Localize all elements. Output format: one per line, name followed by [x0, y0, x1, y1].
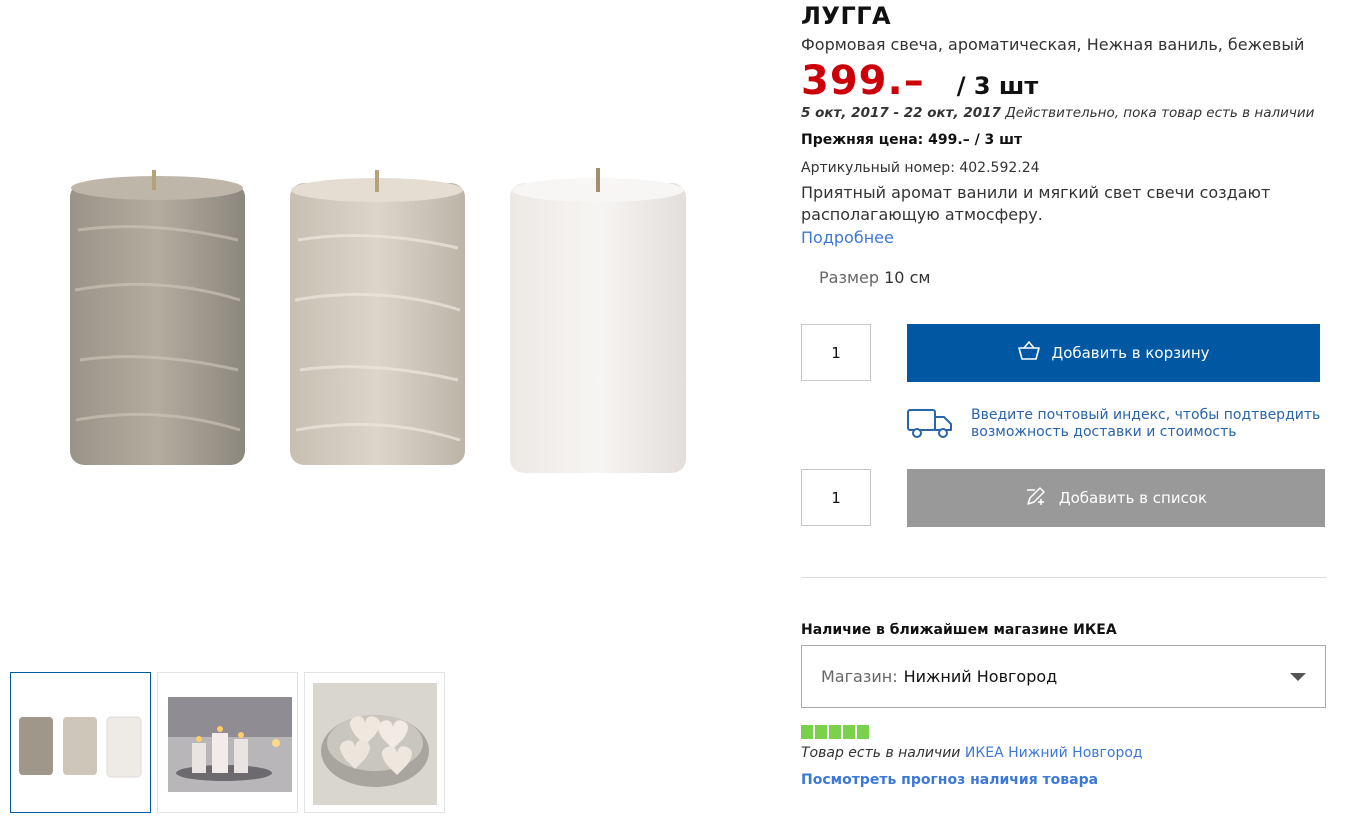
thumbnail-three-candles[interactable] [10, 672, 151, 813]
stock-forecast-link[interactable]: Посмотреть прогноз наличия товара [801, 772, 1098, 788]
product-description: Приятный аромат ванили и мягкий свет све… [801, 183, 1271, 224]
price-validity: 5 окт, 2017 - 22 окт, 2017 Действительно… [801, 105, 1314, 121]
product-main-image[interactable] [0, 0, 780, 640]
edit-list-icon [1025, 485, 1047, 511]
add-to-list-button[interactable]: Добавить в список [907, 469, 1325, 527]
old-price: Прежняя цена: 499.– / 3 шт [801, 132, 1023, 148]
candle-beige-image [290, 170, 465, 465]
stock-status: Товар есть в наличии ИКЕА Нижний Новгоро… [801, 745, 1143, 761]
stock-level-indicator [801, 725, 869, 739]
stock-level-segment [843, 725, 855, 739]
product-price: 399.– [801, 58, 925, 104]
shopping-basket-icon [1017, 341, 1041, 365]
thumbnail-lit-candles[interactable] [157, 672, 298, 813]
delivery-text: Введите почтовый индекс, чтобы подтверди… [971, 407, 1321, 440]
store-select-value: Нижний Новгород [903, 667, 1058, 686]
stock-status-text: Товар есть в наличии [801, 745, 961, 761]
thumbnail-heart-candles[interactable] [304, 672, 445, 813]
chevron-down-icon [1290, 673, 1306, 681]
stock-level-segment [801, 725, 813, 739]
size-row: Размер 10 см [819, 268, 930, 287]
product-title: ЛУГГА [801, 2, 892, 30]
add-to-cart-button[interactable]: Добавить в корзину [907, 324, 1320, 382]
stock-heading: Наличие в ближайшем магазине ИКЕА [801, 622, 1117, 638]
candle-white-image [510, 168, 686, 473]
validity-note: Действительно, пока товар есть в наличии [1005, 105, 1315, 121]
stock-level-segment [815, 725, 827, 739]
stock-store-link[interactable]: ИКЕА Нижний Новгород [965, 745, 1143, 761]
price-unit: / 3 шт [956, 72, 1039, 100]
delivery-truck-icon [907, 407, 953, 443]
thumbnail-strip [10, 672, 445, 813]
size-label: Размер [819, 268, 880, 287]
add-to-cart-label: Добавить в корзину [1051, 344, 1210, 362]
stock-level-segment [829, 725, 841, 739]
candle-gray-image [70, 170, 245, 465]
more-details-link[interactable]: Подробнее [801, 228, 894, 247]
validity-dates: 5 окт, 2017 - 22 окт, 2017 [801, 105, 1001, 121]
list-quantity-input[interactable] [801, 469, 871, 526]
store-select[interactable]: Магазин: Нижний Новгород [801, 645, 1326, 708]
product-subtitle: Формовая свеча, ароматическая, Нежная ва… [801, 35, 1305, 54]
delivery-info[interactable]: Введите почтовый индекс, чтобы подтверди… [907, 407, 1327, 443]
add-to-list-label: Добавить в список [1058, 489, 1208, 507]
store-select-label: Магазин: [821, 667, 898, 686]
divider [801, 577, 1326, 578]
article-number: Артикульный номер: 402.592.24 [801, 160, 1040, 176]
stock-level-segment [857, 725, 869, 739]
cart-quantity-input[interactable] [801, 324, 871, 381]
size-value: 10 см [884, 268, 931, 287]
price-row: 399.– / 3 шт [801, 58, 1038, 108]
